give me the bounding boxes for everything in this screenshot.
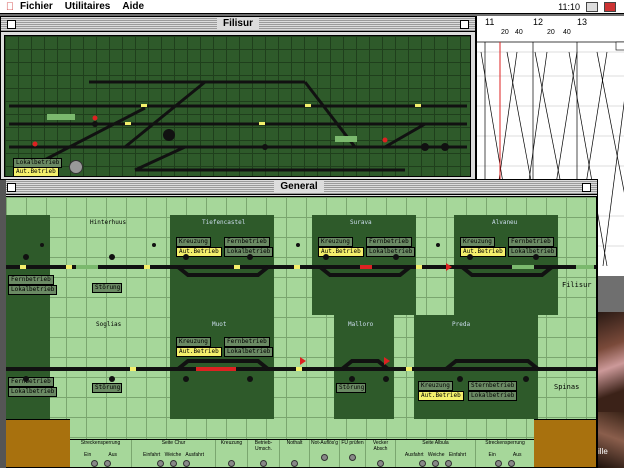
- ausfahrt-button[interactable]: [183, 460, 190, 467]
- menubar-clock: 11:10: [558, 2, 580, 12]
- control-sub-label: Einfahrt: [448, 452, 467, 458]
- menu-bar:  Fichier Utilitaires Aide 11:10: [0, 0, 624, 14]
- control-sub-label: Ein: [84, 452, 92, 458]
- control-title: Not-Auflös'g: [310, 440, 339, 446]
- control-title: Seite Albula: [422, 440, 449, 446]
- zoom-box-icon[interactable]: [460, 20, 469, 29]
- zoom-box-icon[interactable]: [582, 183, 591, 192]
- aut-betrieb-button[interactable]: Aut.Betrieb: [13, 167, 59, 177]
- general-titlebar[interactable]: General: [1, 180, 597, 195]
- streckensperrung-albula: Streckensperrung Ein Aus: [476, 440, 534, 467]
- brown-panel-left: [6, 419, 70, 467]
- fu-prufen-control: FU prüfen: [340, 440, 366, 467]
- control-title: Kreuzung: [220, 440, 243, 446]
- weiche-button[interactable]: [170, 460, 177, 467]
- control-title: Betrieb-Umsch.: [254, 440, 273, 452]
- help-icon[interactable]: [586, 2, 598, 12]
- control-title: FU prüfen: [341, 440, 364, 446]
- menu-fichier[interactable]: Fichier: [20, 1, 53, 12]
- application-menu-icon[interactable]: [604, 2, 616, 12]
- filisur-titlebar[interactable]: Filisur: [1, 17, 475, 32]
- general-track-panel: Hinterhuus Tiefencastel Surava Alvaneu S…: [5, 196, 597, 468]
- kreuzung-control-button[interactable]: [228, 460, 235, 467]
- betrieb-umsch-button[interactable]: [260, 460, 267, 467]
- control-sub-label: Weiche: [427, 452, 445, 458]
- filisur-window: Filisur Lokalbetrieb Aut.Betrieb: [0, 16, 476, 180]
- seite-chur: Seite Chur Einfahrt Weiche Ausfahrt: [132, 440, 216, 467]
- ein-button[interactable]: [90, 460, 98, 467]
- nothalt-button[interactable]: [291, 460, 298, 467]
- not-auflosung-control: Not-Auflös'g: [310, 440, 340, 467]
- einfahrt-button[interactable]: [157, 460, 164, 467]
- seite-albula: Seite Albula Ausfahrt Weiche Einfahrt: [396, 440, 476, 467]
- general-window: General Hinterhuus Tiefencastel Surava A…: [0, 179, 598, 468]
- menu-utilitaires[interactable]: Utilitaires: [65, 1, 111, 12]
- menu-aide[interactable]: Aide: [122, 1, 144, 12]
- desktop-edge: [0, 180, 6, 468]
- control-title: Vecker Absch: [372, 440, 389, 452]
- control-sub-label: Ausfahrt: [404, 452, 424, 458]
- streckensperrung-chur: Streckensperrung Ein Aus: [70, 440, 132, 467]
- brown-panel-right: [534, 419, 596, 467]
- vecker-absch-button[interactable]: [377, 460, 384, 467]
- background-photo: [598, 412, 624, 468]
- einfahrt-button[interactable]: [445, 460, 452, 467]
- control-title: Streckensperrung: [485, 440, 525, 446]
- betrieb-umsch-control: Betrieb-Umsch.: [248, 440, 280, 467]
- control-sub-label: Ausfahrt: [185, 452, 204, 458]
- control-sub-label: Aus: [108, 452, 117, 458]
- control-sub-label: Weiche: [164, 452, 182, 458]
- close-box-icon[interactable]: [7, 20, 16, 29]
- ausfahrt-button[interactable]: [419, 460, 426, 467]
- ein-button[interactable]: [495, 460, 502, 467]
- kreuzung-control: Kreuzung: [216, 440, 248, 467]
- background-photo: [598, 312, 624, 412]
- close-box-icon[interactable]: [7, 183, 16, 192]
- nothalt-control: Nothalt: [280, 440, 310, 467]
- photo-caption: ille: [598, 447, 608, 456]
- window-title: Filisur: [216, 18, 259, 29]
- control-title: Streckensperrung: [80, 440, 121, 446]
- vecker-absch-control: Vecker Absch: [366, 440, 396, 467]
- control-title: Nothalt: [286, 440, 303, 446]
- fu-prufen-button[interactable]: [349, 454, 356, 461]
- control-sub-label: Aus: [512, 452, 522, 458]
- apple-menu-icon[interactable]: : [0, 1, 20, 13]
- control-sub-label: Einfahrt: [143, 452, 161, 458]
- control-sub-label: Ein: [488, 452, 496, 458]
- aus-button[interactable]: [508, 460, 515, 467]
- aus-button[interactable]: [103, 460, 111, 467]
- filisur-track-diagram: Lokalbetrieb Aut.Betrieb: [4, 35, 471, 177]
- weiche-button[interactable]: [432, 460, 439, 467]
- desktop:  Fichier Utilitaires Aide 11:10 Filisur: [0, 0, 624, 468]
- control-panel: Streckensperrung Ein Aus Seite Chur Einf…: [70, 439, 534, 467]
- general-tracks: [6, 243, 596, 382]
- control-title: Seite Chur: [161, 440, 186, 446]
- window-title: General: [274, 181, 324, 192]
- dial-icon[interactable]: [69, 160, 83, 174]
- not-auflosung-button[interactable]: [321, 454, 328, 461]
- filisur-tracks: [9, 80, 467, 172]
